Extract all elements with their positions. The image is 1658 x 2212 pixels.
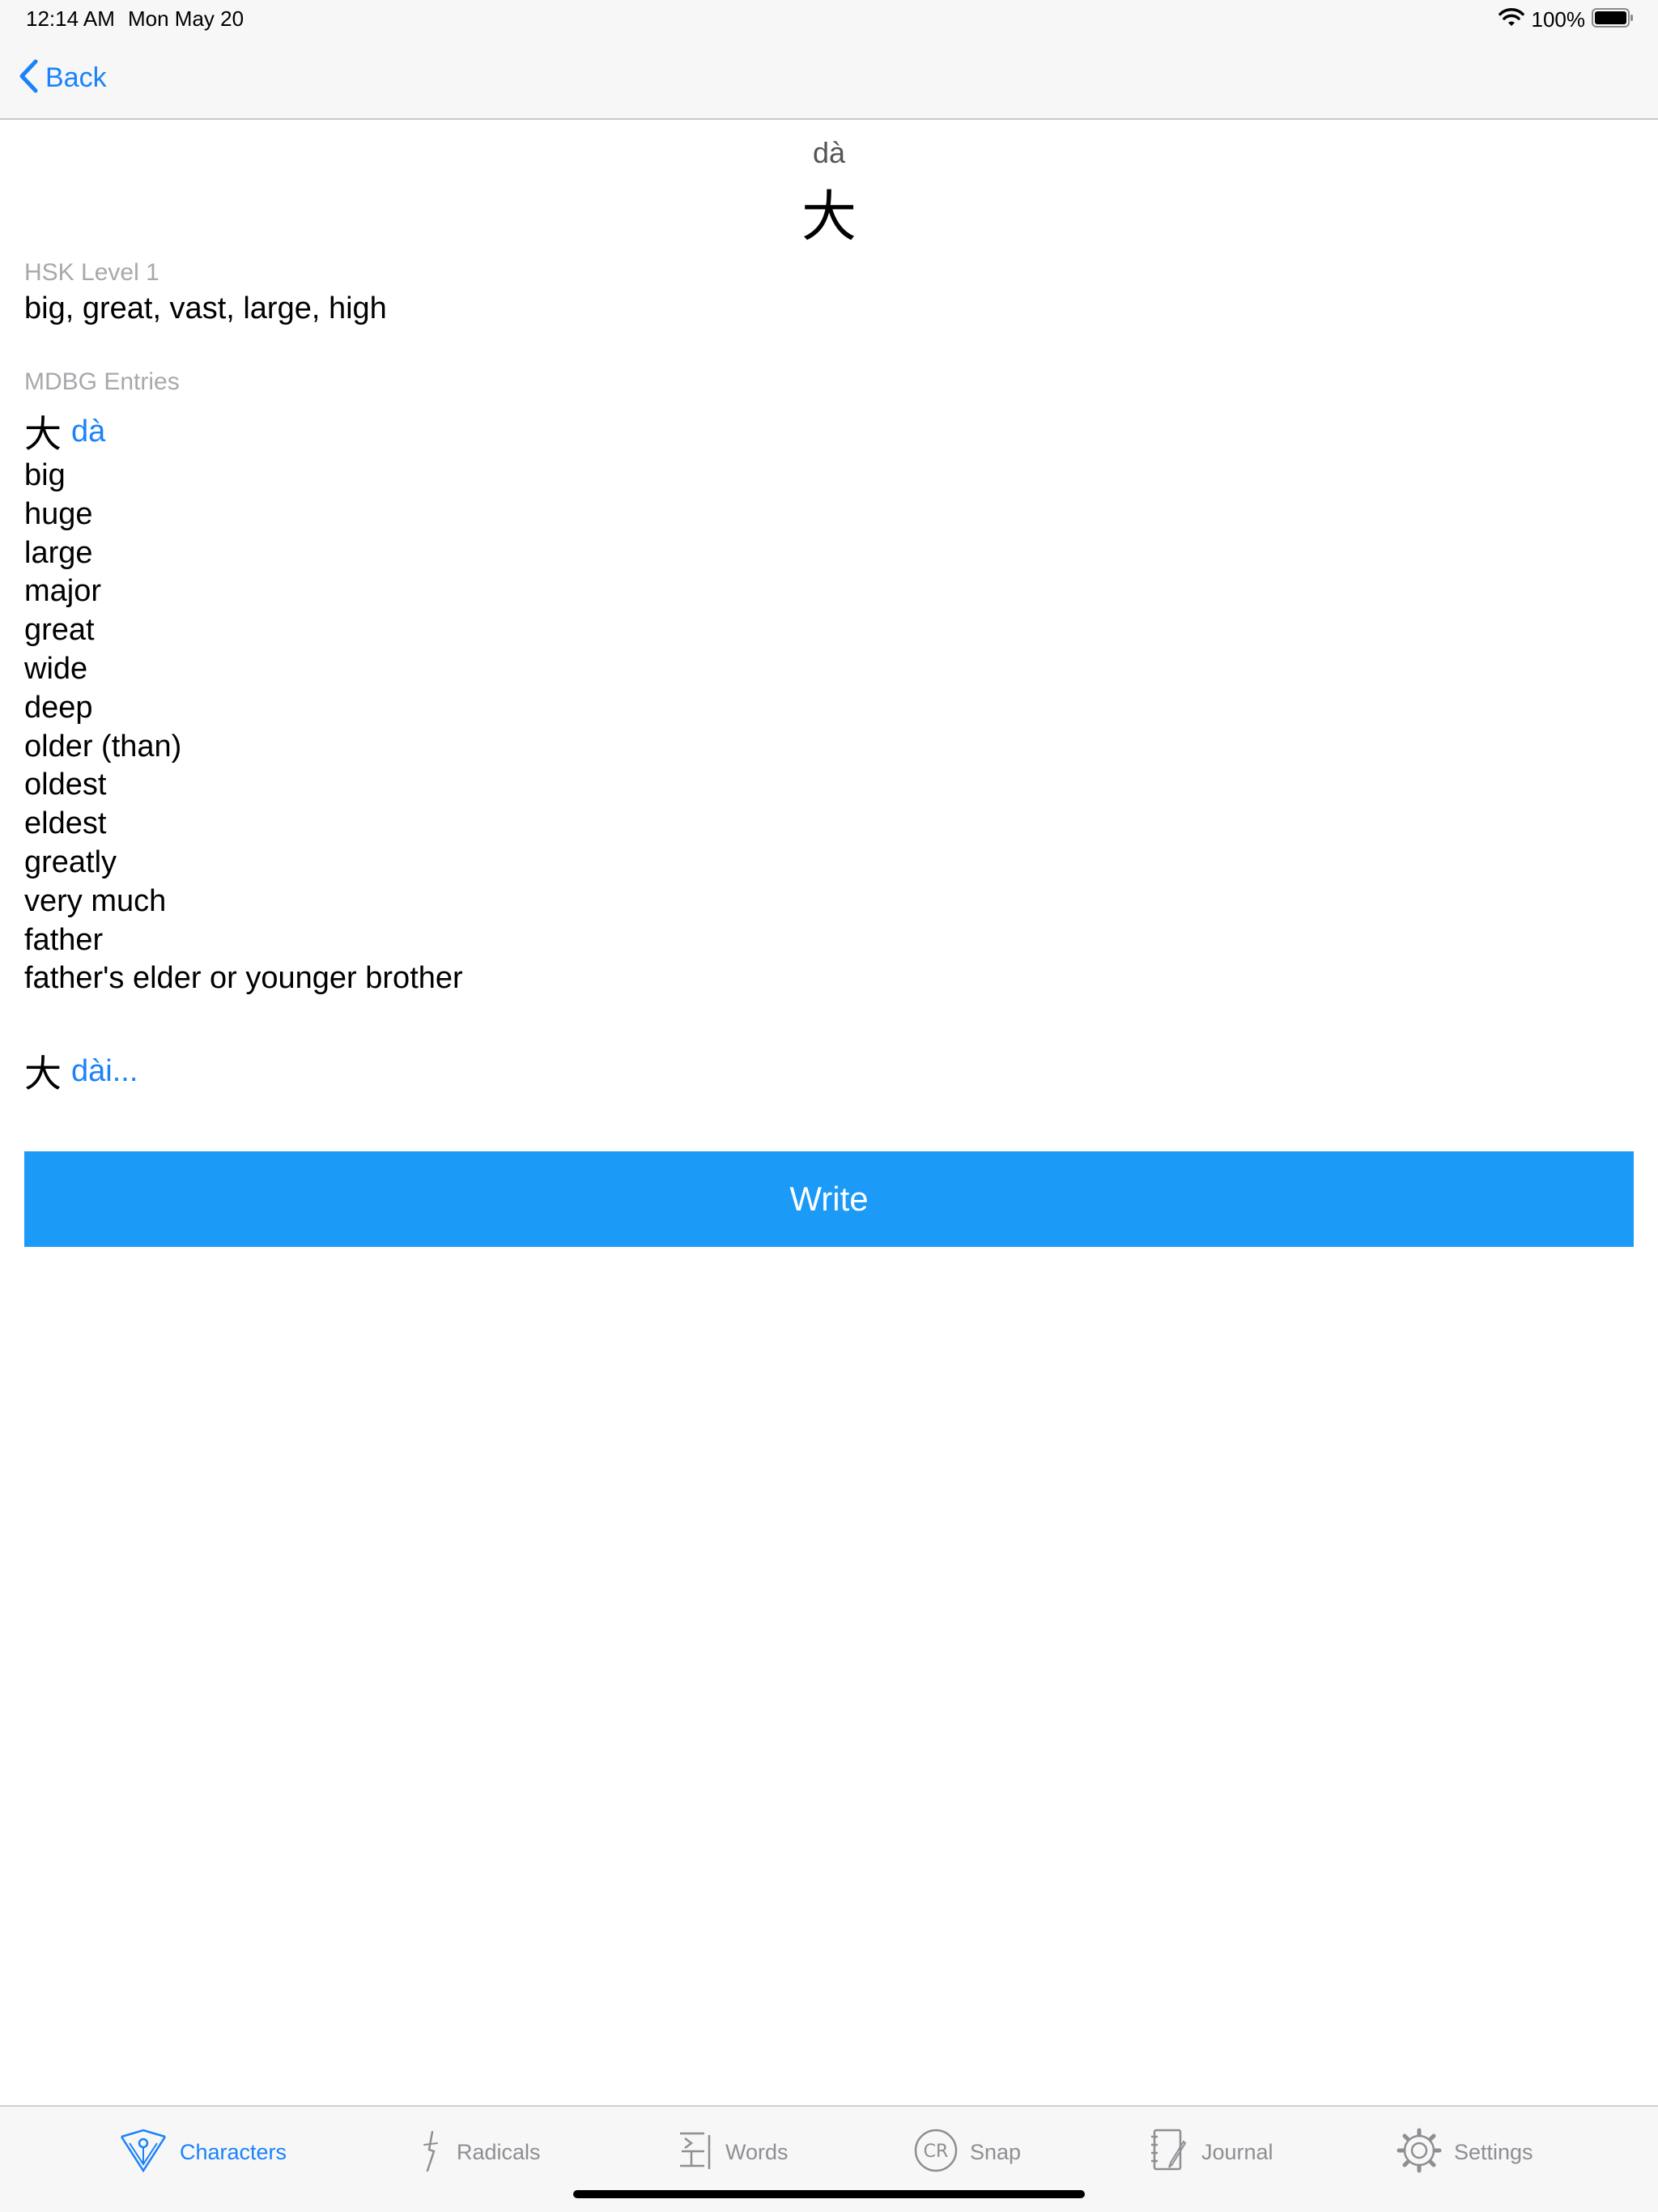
status-time: 12:14 AM — [26, 6, 115, 31]
hsk-meaning: big, great, vast, large, high — [24, 291, 387, 325]
character-glyph: 大 — [801, 185, 857, 249]
character-pinyin: dà — [812, 136, 846, 169]
definition-item: big — [24, 458, 66, 492]
tab-radicals[interactable]: Radicals — [416, 2126, 541, 2178]
mdbg-entries-label: MDBG Entries — [24, 368, 180, 395]
back-label: Back — [45, 62, 107, 93]
definition-item: father — [24, 922, 104, 957]
words-icon — [675, 2129, 714, 2176]
definition-item: older (than) — [24, 729, 182, 764]
tab-words[interactable]: Words — [675, 2126, 789, 2178]
entry-character: 大 — [24, 412, 62, 456]
mdbg-entry-second[interactable]: 大 dài... — [24, 1044, 138, 1098]
definition-item: large — [24, 535, 93, 570]
tab-label: Characters — [180, 2139, 287, 2164]
journal-icon — [1150, 2127, 1190, 2178]
definition-item: father's elder or younger brother — [24, 961, 463, 996]
wifi-icon — [1498, 7, 1525, 32]
entry-pinyin-link[interactable]: dà — [71, 415, 105, 449]
svg-text:CR: CR — [924, 2142, 949, 2162]
chevron-left-icon — [18, 58, 39, 98]
characters-icon — [118, 2127, 168, 2178]
definition-item: deep — [24, 690, 93, 725]
back-button[interactable]: Back — [18, 58, 107, 97]
hsk-level-label: HSK Level 1 — [24, 259, 159, 286]
tab-label: Words — [725, 2139, 789, 2164]
snap-icon: CR — [913, 2128, 959, 2177]
tab-settings[interactable]: Settings — [1396, 2126, 1533, 2178]
entry-character: 大 — [24, 1052, 62, 1095]
tab-label: Snap — [970, 2139, 1022, 2164]
tab-journal[interactable]: Journal — [1150, 2126, 1273, 2178]
definition-item: wide — [24, 651, 88, 686]
navigation-bar: Back — [0, 39, 1658, 120]
status-indicators: 100% — [1498, 6, 1635, 32]
definition-item: greatly — [24, 844, 117, 879]
definition-item: great — [24, 613, 95, 648]
definition-item: major — [24, 574, 102, 609]
definition-list: big huge large major great wide deep old… — [24, 457, 463, 998]
battery-percent: 100% — [1531, 6, 1586, 32]
definition-item: eldest — [24, 806, 107, 841]
tab-characters[interactable]: Characters — [118, 2126, 287, 2178]
definition-item: oldest — [24, 768, 107, 802]
home-indicator — [573, 2190, 1085, 2198]
radicals-icon — [416, 2127, 445, 2178]
tab-label: Radicals — [457, 2139, 541, 2164]
settings-icon — [1396, 2127, 1443, 2178]
tab-snap[interactable]: CR Snap — [913, 2126, 1021, 2178]
tab-label: Journal — [1201, 2139, 1273, 2164]
write-button[interactable]: Write — [24, 1151, 1634, 1247]
status-date: Mon May 20 — [128, 6, 244, 31]
battery-icon — [1592, 7, 1634, 32]
definition-item: very much — [24, 883, 167, 918]
status-bar: 12:14 AM Mon May 20 100% — [0, 0, 1658, 39]
tab-label: Settings — [1454, 2139, 1533, 2164]
definition-item: huge — [24, 496, 93, 531]
mdbg-entry-header[interactable]: 大 dà — [24, 405, 105, 458]
entry-pinyin-more-link[interactable]: dài... — [71, 1054, 138, 1089]
